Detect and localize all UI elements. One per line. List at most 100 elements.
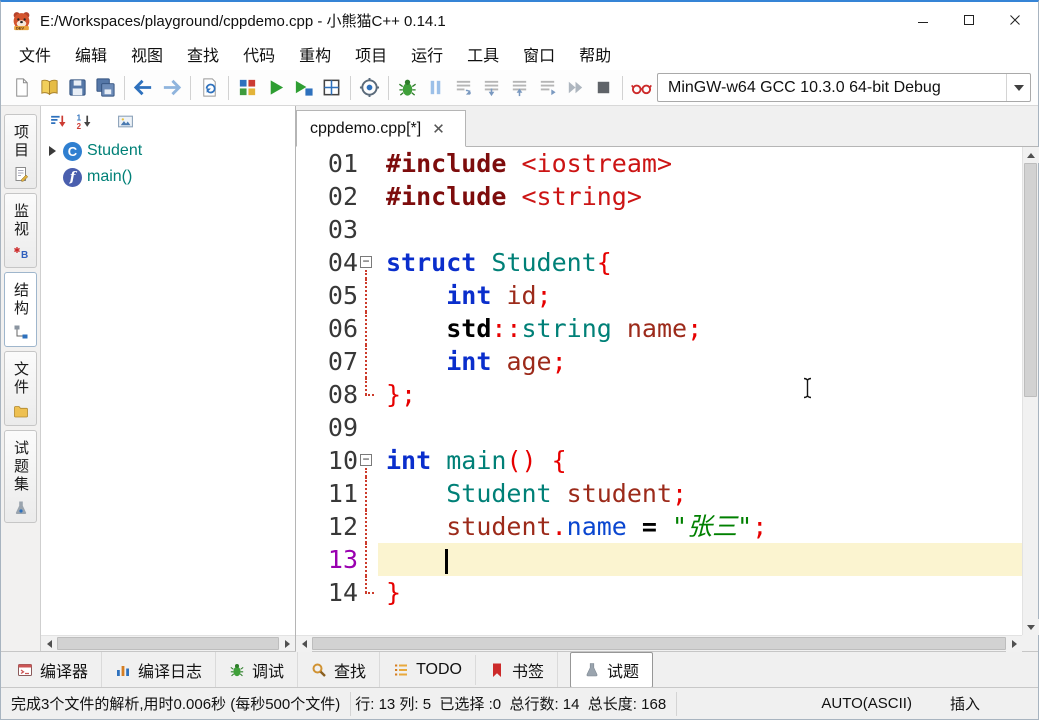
menu-item[interactable]: 帮助 bbox=[569, 39, 621, 69]
scroll-thumb[interactable] bbox=[1024, 163, 1037, 397]
menu-item[interactable]: 代码 bbox=[233, 39, 285, 69]
bottom-tab[interactable]: 书签 bbox=[476, 652, 558, 688]
editor-vscrollbar[interactable] bbox=[1022, 147, 1038, 635]
bottom-tab[interactable]: 编译日志 bbox=[102, 652, 216, 688]
menu-item[interactable]: 窗口 bbox=[513, 39, 565, 69]
fold-column[interactable]: − bbox=[358, 444, 378, 477]
pause-button[interactable] bbox=[422, 74, 449, 102]
code-text: struct Student{ bbox=[378, 246, 1022, 279]
tab-close-icon[interactable] bbox=[433, 123, 444, 134]
bottom-tab[interactable]: 调试 bbox=[216, 652, 298, 688]
sidebar-tab[interactable]: 试题集 bbox=[4, 430, 37, 523]
menu-item[interactable]: 视图 bbox=[121, 39, 173, 69]
scroll-track[interactable] bbox=[312, 636, 1006, 651]
fold-marker-icon[interactable]: − bbox=[360, 256, 372, 268]
scroll-down-arrow[interactable] bbox=[1023, 619, 1039, 635]
step-over-button[interactable] bbox=[450, 74, 477, 102]
code-text: int age; bbox=[378, 345, 1022, 378]
fold-guide-line bbox=[365, 378, 367, 395]
run-button[interactable] bbox=[262, 74, 289, 102]
cpu-window-button[interactable] bbox=[628, 74, 655, 102]
code-line[interactable]: 14} bbox=[296, 576, 1022, 609]
editor-tab[interactable]: cppdemo.cpp[*] bbox=[296, 110, 466, 147]
bottom-tab[interactable]: 编译器 bbox=[4, 652, 102, 688]
fold-column[interactable]: − bbox=[358, 246, 378, 279]
tree-item[interactable]: CStudent bbox=[41, 138, 295, 164]
stop-button[interactable] bbox=[590, 74, 617, 102]
code-line[interactable]: 04−struct Student{ bbox=[296, 246, 1022, 279]
back-button[interactable] bbox=[130, 74, 157, 102]
sidebar-tab[interactable]: 监视B bbox=[4, 193, 37, 268]
app-window: DEV E:/Workspaces/playground/cppdemo.cpp… bbox=[0, 0, 1039, 720]
code-line[interactable]: 13 bbox=[296, 543, 1022, 576]
save-all-button[interactable] bbox=[92, 74, 119, 102]
todo-icon bbox=[393, 662, 409, 678]
menu-item[interactable]: 文件 bbox=[9, 39, 61, 69]
minimize-button[interactable] bbox=[900, 2, 946, 38]
menu-item[interactable]: 重构 bbox=[289, 39, 341, 69]
class-browser-hscrollbar[interactable] bbox=[41, 635, 295, 651]
toolbar: MinGW-w64 GCC 10.3.0 64-bit Debug bbox=[1, 70, 1038, 106]
code-line[interactable]: 07 int age; bbox=[296, 345, 1022, 378]
toolbar-separator bbox=[350, 76, 351, 100]
menu-item[interactable]: 项目 bbox=[345, 39, 397, 69]
sidebar-tab[interactable]: 文件 bbox=[4, 351, 37, 426]
menu-item[interactable]: 运行 bbox=[401, 39, 453, 69]
tree-item[interactable]: fmain() bbox=[41, 164, 295, 190]
code-editor[interactable]: 01#include <iostream>02#include <string>… bbox=[296, 147, 1038, 651]
scroll-track[interactable] bbox=[57, 636, 279, 651]
code-line[interactable]: 06 std::string name; bbox=[296, 312, 1022, 345]
open-button[interactable] bbox=[36, 74, 63, 102]
expander-icon[interactable] bbox=[49, 146, 56, 156]
code-line[interactable]: 03 bbox=[296, 213, 1022, 246]
scroll-up-arrow[interactable] bbox=[1023, 147, 1039, 163]
bottom-tab[interactable]: 查找 bbox=[298, 652, 380, 688]
scroll-thumb[interactable] bbox=[57, 637, 279, 650]
code-line[interactable]: 02#include <string> bbox=[296, 180, 1022, 213]
sort-by-type-button[interactable] bbox=[46, 110, 69, 133]
editor-hscrollbar[interactable] bbox=[296, 635, 1022, 651]
show-inherited-button[interactable] bbox=[114, 110, 137, 133]
save-button[interactable] bbox=[64, 74, 91, 102]
compile-button[interactable] bbox=[234, 74, 261, 102]
scroll-left-arrow[interactable] bbox=[41, 636, 57, 652]
compile-run-button[interactable] bbox=[290, 74, 317, 102]
code-line[interactable]: 10−int main() { bbox=[296, 444, 1022, 477]
sidebar-tab[interactable]: 项目 bbox=[4, 114, 37, 189]
check-syntax-button[interactable] bbox=[356, 74, 383, 102]
code-line[interactable]: 05 int id; bbox=[296, 279, 1022, 312]
code-text bbox=[378, 411, 1022, 444]
compiler-set-select[interactable]: MinGW-w64 GCC 10.3.0 64-bit Debug bbox=[657, 73, 1031, 102]
bottom-tab[interactable]: 试题 bbox=[570, 652, 653, 688]
scroll-thumb[interactable] bbox=[312, 637, 1006, 650]
code-line[interactable]: 12 student.name = "张三"; bbox=[296, 510, 1022, 543]
continue-button[interactable] bbox=[562, 74, 589, 102]
scroll-right-arrow[interactable] bbox=[279, 636, 295, 652]
bottom-tab[interactable]: TODO bbox=[380, 655, 476, 685]
scroll-track[interactable] bbox=[1023, 163, 1038, 619]
code-line[interactable]: 08}; bbox=[296, 378, 1022, 411]
fold-marker-icon[interactable]: − bbox=[360, 454, 372, 466]
menu-item[interactable]: 工具 bbox=[457, 39, 509, 69]
close-button[interactable] bbox=[992, 2, 1038, 38]
forward-button[interactable] bbox=[158, 74, 185, 102]
scroll-right-arrow[interactable] bbox=[1006, 636, 1022, 652]
menu-item[interactable]: 查找 bbox=[177, 39, 229, 69]
code-line[interactable]: 01#include <iostream> bbox=[296, 147, 1022, 180]
code-line[interactable]: 11 Student student; bbox=[296, 477, 1022, 510]
sidebar-tab[interactable]: 结构 bbox=[4, 272, 37, 347]
step-into-button[interactable] bbox=[478, 74, 505, 102]
sort-alphabetically-button[interactable]: 12 bbox=[72, 110, 95, 133]
reparse-button[interactable] bbox=[196, 74, 223, 102]
run-to-cursor-button[interactable] bbox=[534, 74, 561, 102]
rebuild-button[interactable] bbox=[318, 74, 345, 102]
code-line[interactable]: 09 bbox=[296, 411, 1022, 444]
bottom-tab-label: 查找 bbox=[334, 658, 366, 682]
maximize-button[interactable] bbox=[946, 2, 992, 38]
debug-button[interactable] bbox=[394, 74, 421, 102]
menu-item[interactable]: 编辑 bbox=[65, 39, 117, 69]
new-file-button[interactable] bbox=[8, 74, 35, 102]
scroll-left-arrow[interactable] bbox=[296, 636, 312, 652]
editor-tab-bar: cppdemo.cpp[*] bbox=[296, 106, 1038, 147]
step-out-button[interactable] bbox=[506, 74, 533, 102]
